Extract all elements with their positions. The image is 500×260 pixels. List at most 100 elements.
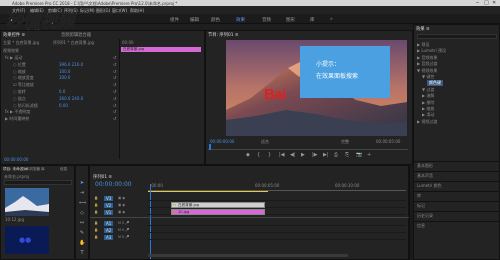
workspace-tab[interactable]: 库 [310, 17, 315, 23]
collapsed-panel-title[interactable]: 基本图形 [417, 163, 433, 169]
reset-icon[interactable]: ↺ [113, 69, 116, 74]
program-timecode[interactable]: 00:00:00:00 [210, 139, 234, 144]
effect-property-label[interactable]: ▶ 时间重映射 [5, 116, 29, 122]
button-editor-icon[interactable]: + [367, 152, 371, 158]
resolution-dropdown[interactable]: 完整 [341, 139, 349, 145]
project-thumbnail[interactable] [5, 188, 49, 216]
program-tab[interactable]: 节目: 序列01 ≡ [208, 32, 238, 38]
razor-tool-icon[interactable]: ◇ [79, 210, 85, 216]
workspace-tab[interactable]: 颜色 [211, 17, 220, 23]
workspace-more-button[interactable]: » [330, 17, 333, 22]
effect-controls-tab[interactable]: 音频剪辑混合器 [61, 32, 91, 38]
effects-tree-item[interactable]: ▶ 擦除 [422, 100, 434, 106]
timeline-clip[interactable]: fx 白底背景.jpg [171, 202, 265, 208]
effect-property-label[interactable]: fx ▶ 不透明度 [5, 109, 30, 115]
track-lock-icon[interactable]: 🔒 [94, 235, 98, 239]
track-lock-icon[interactable]: 🔒 [94, 196, 98, 200]
reset-icon[interactable]: ↺ [113, 96, 116, 101]
mark-out-icon[interactable]: } [268, 152, 271, 158]
effect-property-label[interactable]: ○ 缩放 [13, 69, 26, 75]
track-toggle-icon[interactable]: M S 🎤 [118, 235, 129, 239]
effects-tree-item[interactable]: ▶ 溶解 [422, 93, 434, 99]
effects-tree-item[interactable]: 颜色键 [427, 80, 443, 87]
effect-controls-tab[interactable]: 效果控件 ≡ [3, 32, 25, 38]
track-header[interactable]: V1 [104, 210, 114, 215]
reset-icon[interactable]: ↺ [113, 103, 116, 108]
reset-icon[interactable]: ↺ [113, 75, 116, 80]
effect-property-label[interactable]: ○ 缩放宽度 [13, 75, 34, 81]
effect-property-label[interactable]: ○ 防闪烁滤镜 [13, 103, 38, 109]
effect-property-value[interactable]: 100.0 [59, 69, 70, 74]
project-tab[interactable]: 信息 [60, 167, 67, 172]
pen-tool-icon[interactable]: ✎ [79, 230, 85, 236]
project-tab[interactable]: 媒体浏览器 [22, 167, 40, 172]
timeline-tab[interactable]: 序列01 ≡ [93, 174, 112, 180]
effects-tree-item[interactable]: ▶ 滑动 [422, 112, 434, 118]
selection-tool-icon[interactable]: ➤ [79, 180, 85, 186]
track-toggle-icon[interactable]: ▣ ◉ [118, 203, 125, 207]
ec-timecode[interactable]: 00:00:00:00 [4, 157, 28, 162]
effects-tab[interactable]: 效果 ≡ [416, 26, 430, 32]
effect-property-value[interactable]: 360.0 240.0 [59, 96, 83, 101]
timeline-timecode[interactable]: 00:00:00:00 [95, 181, 132, 188]
collapsed-panel-title[interactable]: 标记 [417, 203, 425, 209]
track-toggle-icon[interactable]: ▣ ◉ [118, 210, 125, 214]
collapsed-panel-title[interactable]: 库 [417, 193, 421, 199]
effect-property-label[interactable]: ○ 位置 [13, 62, 26, 68]
slip-tool-icon[interactable]: ↔ [79, 220, 85, 226]
track-lock-icon[interactable]: 🔒 [94, 221, 98, 225]
track-toggle-icon[interactable]: M S 🎤 [118, 221, 129, 225]
effect-property-value[interactable]: 0.0 [59, 89, 65, 94]
track-header[interactable]: A3 [104, 235, 114, 240]
track-header[interactable]: A2 [104, 228, 114, 233]
hand-tool-icon[interactable]: ✋ [79, 240, 85, 246]
program-playhead[interactable] [209, 144, 211, 150]
effects-tree-item[interactable]: ▶ 音频效果 [417, 55, 437, 61]
effect-property-value[interactable]: 100.0 [59, 75, 70, 80]
work-area-bar[interactable] [148, 191, 268, 192]
project-tab[interactable]: 库 [41, 167, 45, 172]
project-search-input[interactable] [4, 180, 72, 185]
menu-item[interactable]: 帮助(H) [130, 8, 144, 14]
step-back-icon[interactable]: ◀| [290, 152, 296, 158]
track-select-tool-icon[interactable]: ⇥ [79, 190, 85, 196]
collapsed-panel-title[interactable]: Lumetri 颜色 [417, 183, 442, 189]
effects-tree-item[interactable]: ▼ 过渡 [422, 87, 434, 93]
reset-icon[interactable]: ↺ [113, 116, 116, 121]
workspace-tab[interactable]: 图形 [286, 17, 295, 23]
track-toggle-icon[interactable]: M S 🎤 [118, 228, 129, 232]
effect-property-value[interactable]: 396.0 216.0 [59, 62, 83, 67]
effect-property-label[interactable]: ☑ 等比缩放 [13, 82, 34, 88]
track-header[interactable]: V2 [104, 203, 114, 208]
collapsed-panel-title[interactable]: 历史记录 [417, 213, 433, 219]
text-tool-icon[interactable]: T [79, 250, 85, 256]
effect-property-label[interactable]: fx ▶ 运动 [5, 55, 22, 61]
reset-icon[interactable]: ↺ [113, 89, 116, 94]
workspace-tab[interactable]: 效果 [236, 17, 245, 23]
add-marker-icon[interactable]: ◆ [246, 152, 250, 158]
effect-property-value[interactable]: 0.00 [59, 103, 68, 108]
effects-search-input[interactable] [417, 34, 497, 39]
effect-property-label[interactable]: ○ 旋转 [13, 89, 26, 95]
track-lock-icon[interactable]: 🔒 [94, 228, 98, 232]
track-header[interactable]: V3 [104, 196, 114, 201]
effect-property-label[interactable]: ○ 锚点 [13, 96, 26, 102]
effects-tree-item[interactable]: ▶ Lumetri 预设 [417, 48, 446, 54]
effects-tree-item[interactable]: ▶ 视频过渡 [417, 119, 437, 125]
reset-icon[interactable]: ↺ [113, 82, 116, 87]
step-forward-icon[interactable]: |▶ [312, 152, 318, 158]
effects-tree-item[interactable]: ▶ 音频过渡 [417, 61, 437, 67]
reset-icon[interactable]: ↺ [113, 55, 116, 60]
play-icon[interactable]: ▶ [301, 152, 305, 158]
effects-tree-item[interactable]: ▼ 视频效果 [417, 68, 437, 74]
go-to-in-icon[interactable]: |◀ [279, 152, 285, 158]
track-toggle-icon[interactable]: ▣ ◉ [118, 196, 125, 200]
track-header[interactable]: A1 [104, 221, 114, 226]
workspace-tab[interactable]: 组件 [170, 17, 179, 23]
fit-dropdown[interactable]: 适合 [261, 139, 269, 145]
reset-icon[interactable]: ↺ [113, 62, 116, 67]
timeline-clip[interactable]: fx 10.jpg [171, 209, 265, 215]
program-scrubber[interactable] [208, 146, 408, 150]
insert-icon[interactable]: ⎙ [334, 152, 338, 158]
collapsed-panel-title[interactable]: 基本声音 [417, 173, 433, 179]
